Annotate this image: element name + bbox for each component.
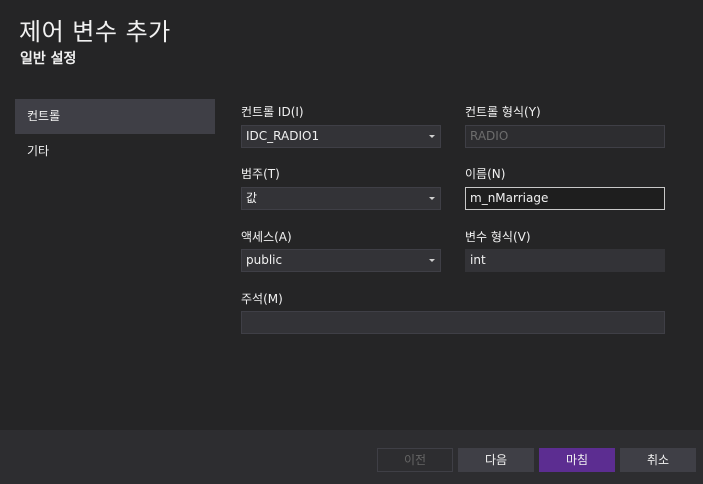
next-button[interactable]: 다음 xyxy=(458,448,534,472)
comment-input[interactable] xyxy=(241,311,665,334)
dropdown-arrow-icon xyxy=(429,197,435,200)
variable-type-input[interactable]: int xyxy=(465,249,665,272)
dropdown-arrow-icon xyxy=(429,259,435,262)
control-id-label: 컨트롤 ID(I) xyxy=(241,105,304,119)
access-label: 액세스(A) xyxy=(241,230,292,244)
nav-item-other[interactable]: 기타 xyxy=(15,134,215,169)
access-value: public xyxy=(246,253,283,267)
settings-nav: 컨트롤 기타 xyxy=(15,99,215,169)
dropdown-arrow-icon xyxy=(429,135,435,138)
cancel-button[interactable]: 취소 xyxy=(620,448,696,472)
name-label: 이름(N) xyxy=(465,167,506,181)
back-button[interactable]: 이전 xyxy=(377,448,453,472)
nav-item-label: 컨트롤 xyxy=(27,109,61,123)
access-combo[interactable]: public xyxy=(241,249,441,272)
name-value: m_nMarriage xyxy=(470,191,549,205)
category-value: 값 xyxy=(246,191,258,205)
dialog-footer: 이전 다음 마침 취소 xyxy=(0,430,703,484)
control-id-value: IDC_RADIO1 xyxy=(246,129,320,143)
control-id-combo[interactable]: IDC_RADIO1 xyxy=(241,125,441,148)
finish-button[interactable]: 마침 xyxy=(539,448,615,472)
add-control-variable-dialog: 제어 변수 추가 일반 설정 컨트롤 기타 컨트롤 ID(I) IDC_RADI… xyxy=(0,0,703,484)
control-type-field: RADIO xyxy=(465,125,665,148)
dialog-title: 제어 변수 추가 xyxy=(19,18,171,46)
category-combo[interactable]: 값 xyxy=(241,187,441,210)
category-label: 범주(T) xyxy=(241,167,280,181)
variable-type-value: int xyxy=(470,253,486,267)
nav-item-label: 기타 xyxy=(27,144,50,158)
control-type-value: RADIO xyxy=(470,129,509,143)
variable-type-label: 변수 형식(V) xyxy=(465,230,531,244)
nav-item-control[interactable]: 컨트롤 xyxy=(15,99,215,134)
comment-label: 주석(M) xyxy=(241,292,283,306)
dialog-subtitle: 일반 설정 xyxy=(20,51,77,67)
control-type-label: 컨트롤 형식(Y) xyxy=(465,105,541,119)
name-input[interactable]: m_nMarriage xyxy=(465,187,665,210)
